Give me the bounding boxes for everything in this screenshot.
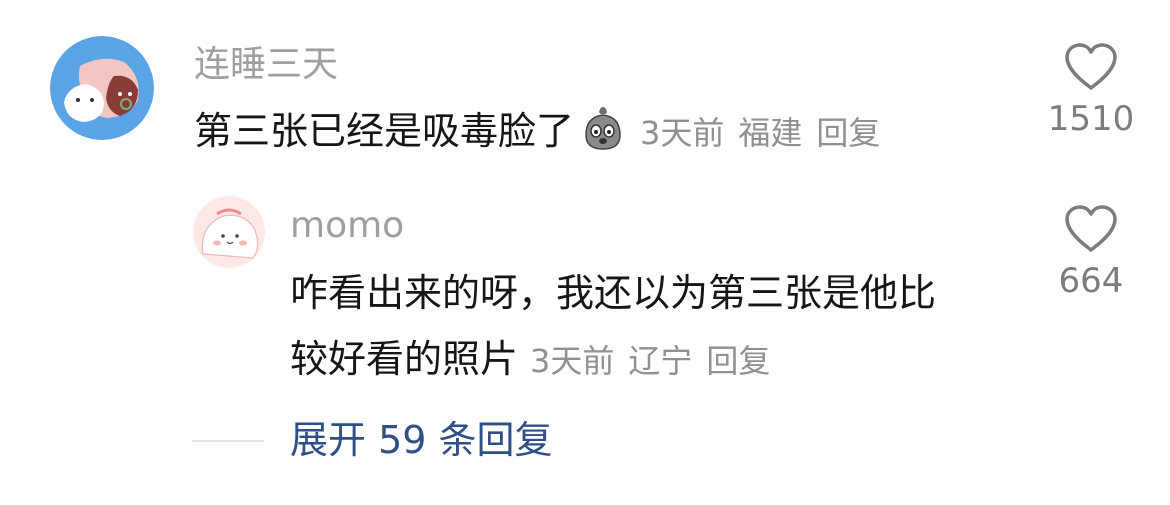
comment-like: 1510 <box>1036 42 1146 136</box>
bag-face-emoji-icon <box>585 107 621 150</box>
reply-text-line2: 较好看的照片 3天前 辽宁 回复 <box>290 326 770 394</box>
reply-like: 664 <box>1036 204 1146 298</box>
comment-username[interactable]: 连睡三天 <box>194 47 338 83</box>
avatar[interactable] <box>50 36 154 140</box>
comment-reply-button[interactable]: 回复 <box>816 114 880 152</box>
divider <box>192 440 264 442</box>
like-count: 664 <box>1058 261 1124 301</box>
reply-username[interactable]: momo <box>290 208 404 244</box>
reply-body: 较好看的照片 <box>290 337 519 381</box>
comment-body: 第三张已经是吸毒脸了 <box>194 109 575 153</box>
reply-meta: 3天前 辽宁 回复 <box>530 342 770 380</box>
reply-time: 3天前 <box>530 342 615 380</box>
expand-replies-button[interactable]: 展开 59 条回复 <box>290 418 553 464</box>
comment-meta: 3天前 福建 回复 <box>640 114 880 152</box>
heart-icon[interactable] <box>1063 42 1119 92</box>
comment-time: 3天前 <box>640 114 725 152</box>
reply-text-line1: 咋看出来的呀，我还以为第三张是他比 <box>290 271 937 315</box>
comment-text: 第三张已经是吸毒脸了 3天前 福建 回复 <box>194 98 880 166</box>
reply-location: 辽宁 <box>628 342 693 380</box>
comment-location: 福建 <box>738 114 803 152</box>
reply-reply-button[interactable]: 回复 <box>706 342 770 380</box>
avatar[interactable] <box>193 196 265 268</box>
heart-icon[interactable] <box>1063 204 1119 254</box>
like-count: 1510 <box>1047 99 1135 139</box>
